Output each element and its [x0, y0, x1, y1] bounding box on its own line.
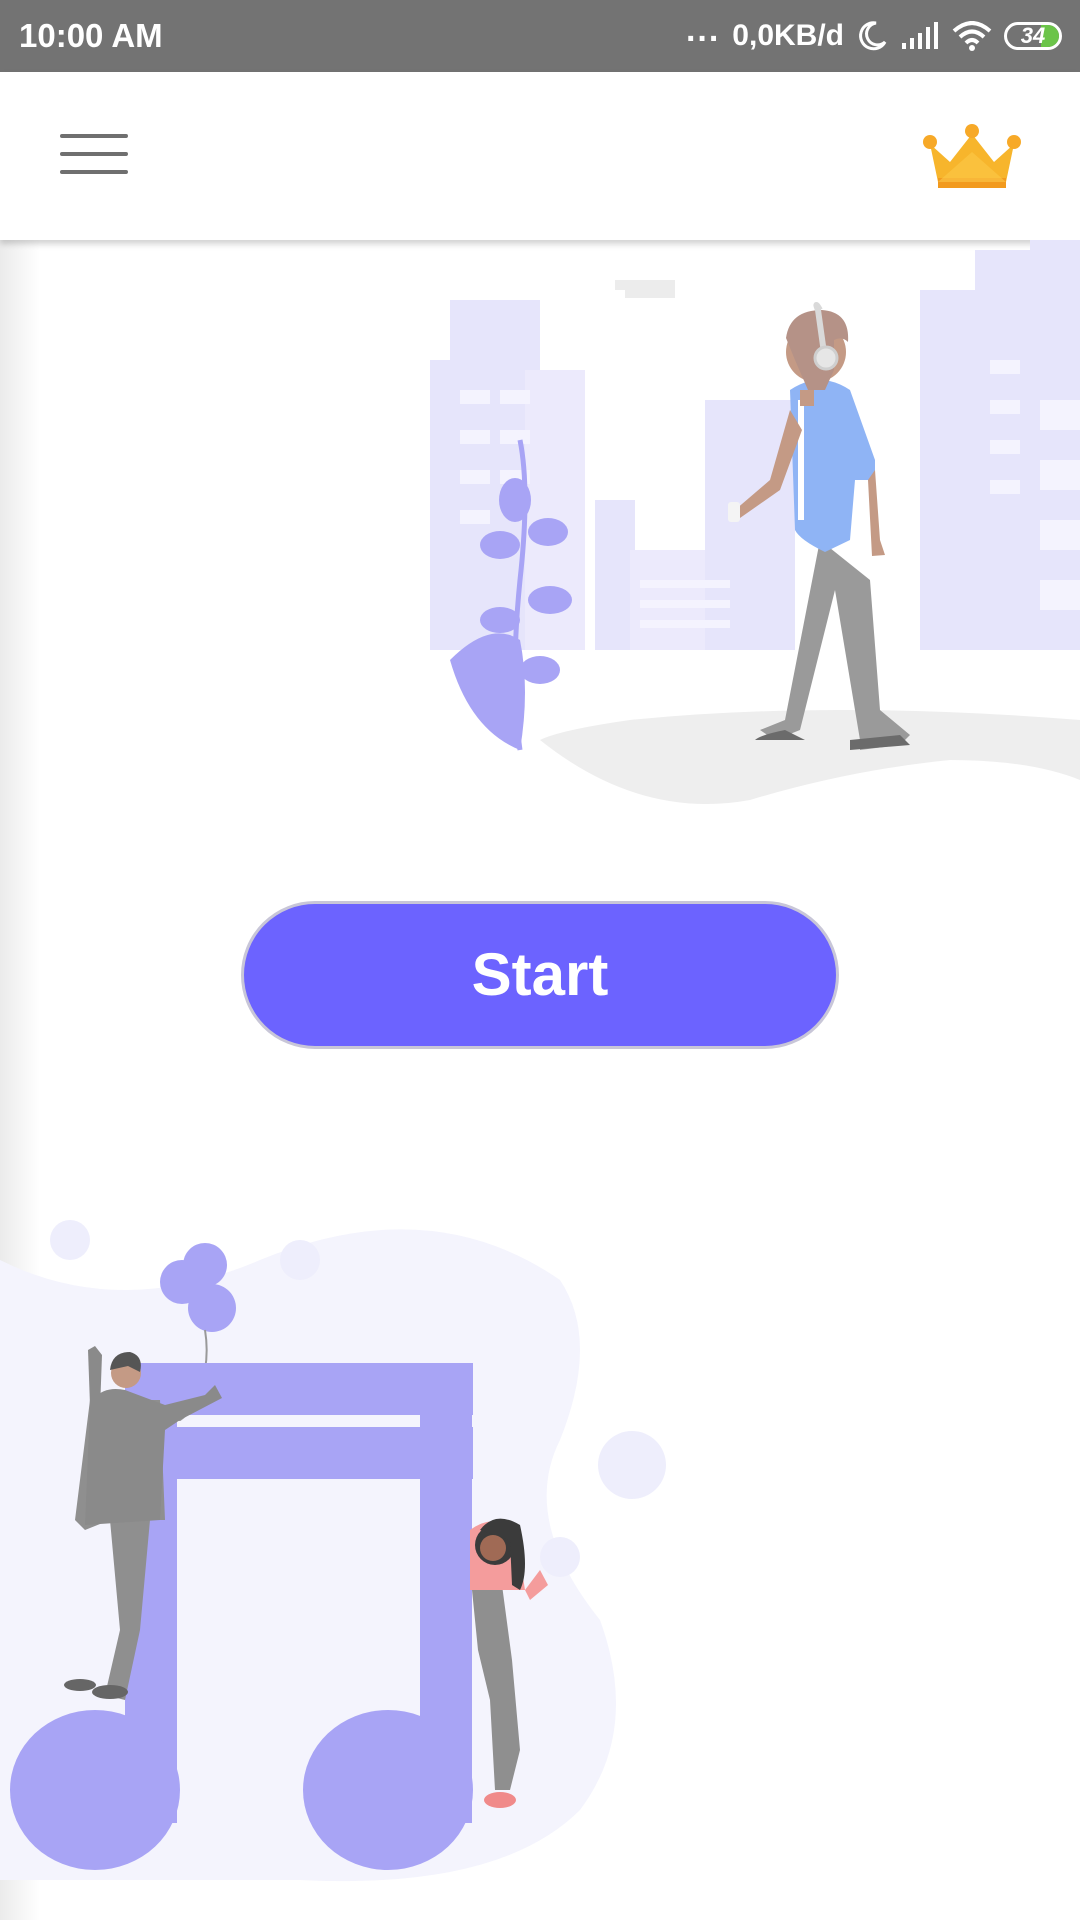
- status-icons: ... 0,0KB/d 34: [686, 0, 1062, 72]
- status-bar: 10:00 AM ... 0,0KB/d 34: [0, 0, 1080, 72]
- start-button[interactable]: Start: [241, 901, 839, 1049]
- hamburger-menu-icon[interactable]: [48, 124, 138, 188]
- battery-icon: 34: [1004, 22, 1062, 50]
- signal-icon: [902, 22, 938, 49]
- status-time: 10:00 AM: [19, 17, 163, 54]
- battery-level: 34: [1020, 23, 1046, 48]
- app-bar: [0, 72, 1080, 240]
- wifi-icon: [952, 21, 992, 51]
- network-speed: 0,0KB/d: [732, 19, 844, 52]
- notification-overflow: ...: [685, 10, 721, 49]
- crown-icon[interactable]: [922, 122, 1022, 194]
- music-note-illustration: [0, 1220, 666, 1882]
- moon-icon: [859, 21, 887, 51]
- walking-person-illustration: [430, 240, 1080, 804]
